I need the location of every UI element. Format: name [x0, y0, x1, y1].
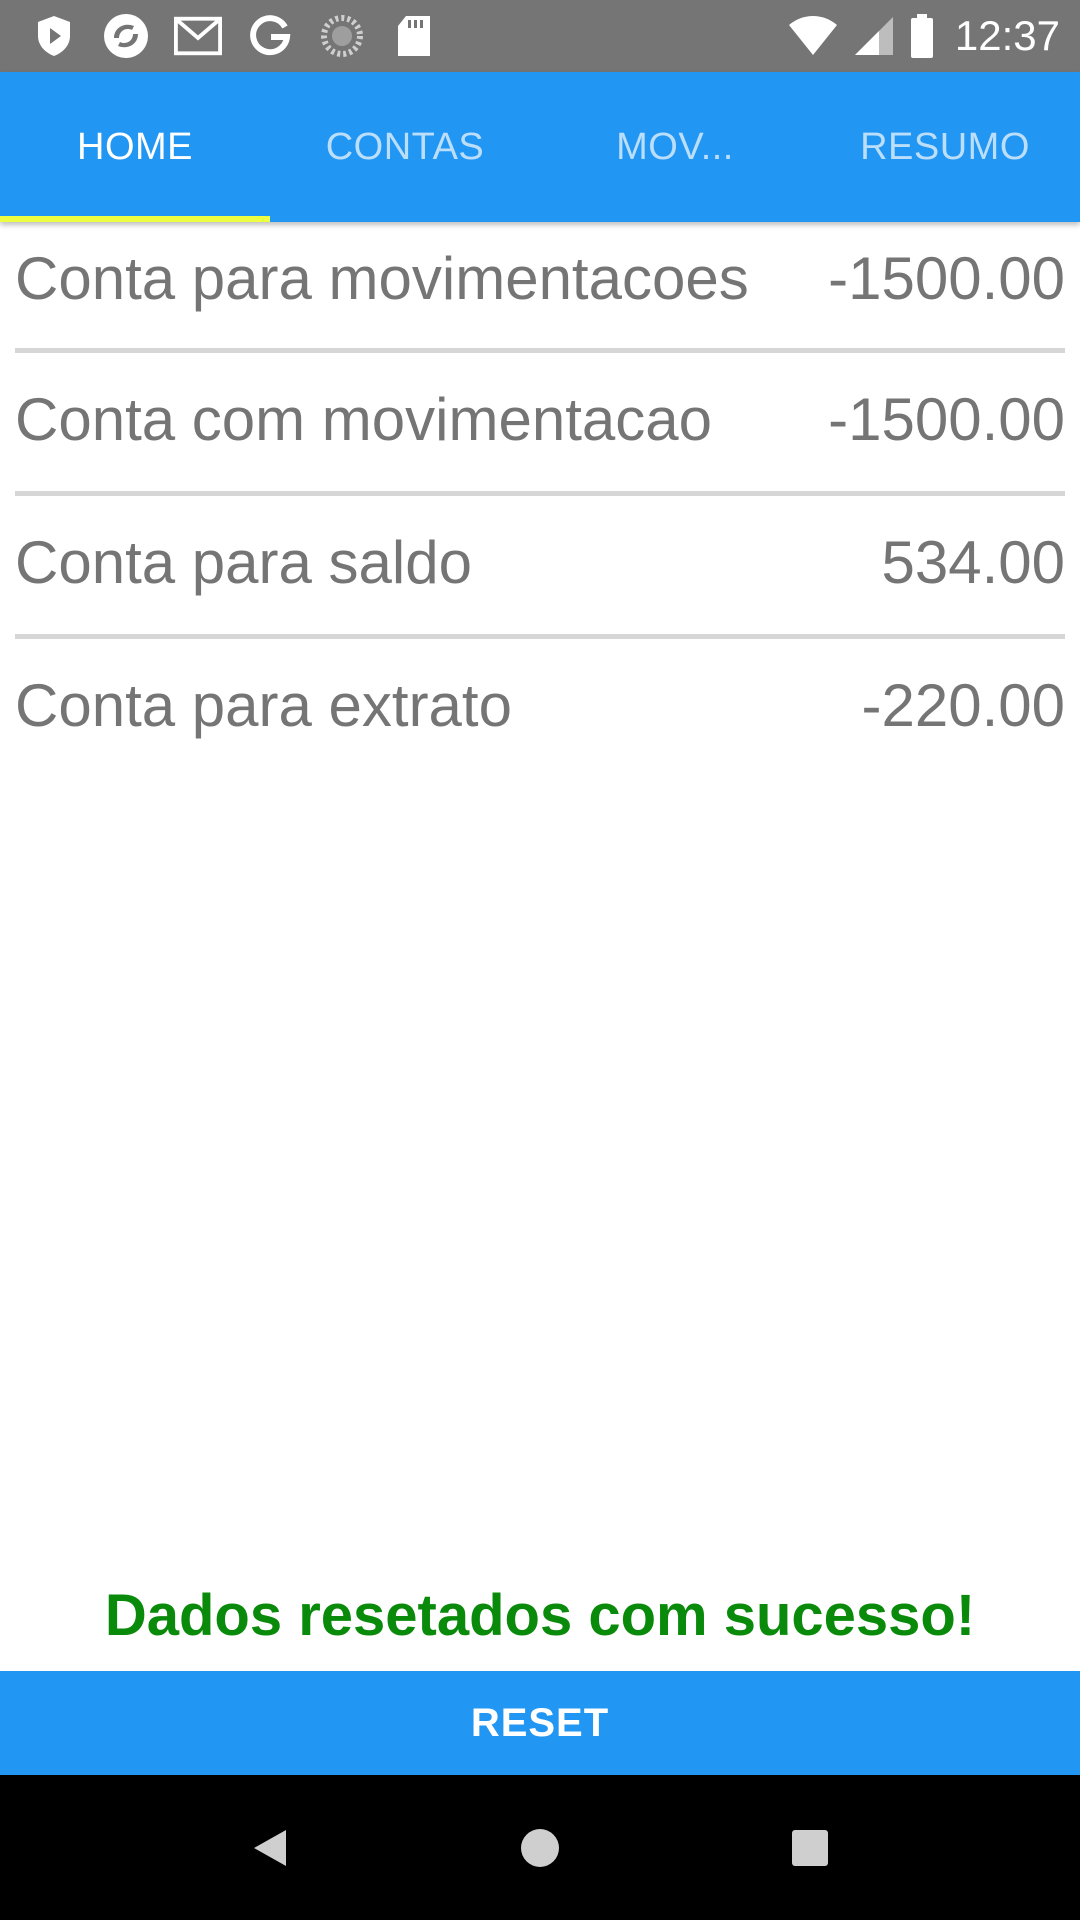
list-item[interactable]: Conta para saldo 534.00: [15, 490, 1065, 634]
sync-app-icon: [102, 12, 150, 60]
tab-resumo[interactable]: RESUMO: [810, 72, 1080, 222]
play-protect-icon: [30, 12, 78, 60]
system-icons: 12:37: [787, 0, 1060, 72]
home-icon[interactable]: [480, 1775, 600, 1920]
tab-bar: HOME CONTAS MOV... RESUMO: [0, 72, 1080, 222]
battery-icon: [909, 14, 935, 58]
sd-card-icon: [390, 12, 438, 60]
account-balance: -220.00: [861, 671, 1066, 739]
signal-icon: [853, 15, 895, 57]
list-item[interactable]: Conta para movimentacoes -1500.00: [15, 222, 1065, 348]
wifi-icon: [787, 15, 839, 57]
list-item[interactable]: Conta para extrato -220.00: [15, 633, 1065, 777]
account-name: Conta para movimentacoes: [15, 245, 749, 312]
navigation-bar: [0, 1775, 1080, 1920]
list-item[interactable]: Conta com movimentacao -1500.00: [15, 347, 1065, 491]
tab-indicator: [0, 216, 270, 222]
account-balance: -1500.00: [828, 245, 1065, 312]
back-icon[interactable]: [210, 1775, 330, 1920]
account-name: Conta com movimentacao: [15, 385, 712, 453]
clock: 12:37: [954, 12, 1060, 59]
accounts-list: Conta para movimentacoes -1500.00 Conta …: [15, 222, 1065, 777]
tab-movimentacoes[interactable]: MOV...: [540, 72, 810, 222]
gmail-icon: [174, 12, 222, 60]
account-name: Conta para saldo: [15, 528, 472, 596]
account-name: Conta para extrato: [15, 671, 512, 739]
google-icon: [246, 12, 294, 60]
success-message: Dados resetados com sucesso!: [104, 1583, 976, 1648]
tab-home[interactable]: HOME: [0, 72, 270, 222]
loading-icon: [318, 12, 366, 60]
tab-contas[interactable]: CONTAS: [270, 72, 540, 222]
status-bar: 12:37: [0, 0, 1080, 72]
recents-icon[interactable]: [750, 1775, 870, 1920]
reset-button[interactable]: RESET: [0, 1671, 1080, 1775]
account-balance: 534.00: [881, 528, 1065, 596]
account-balance: -1500.00: [828, 385, 1065, 453]
notification-icons: [30, 0, 462, 72]
